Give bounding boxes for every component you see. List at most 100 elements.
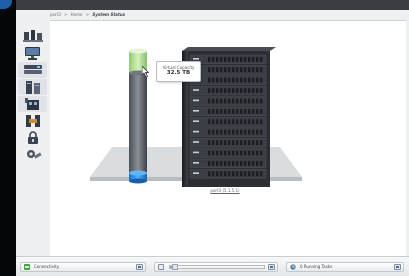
- system-status-view: Virtual Capacity 32.5 TB port3 (5.1.5.1): [50, 21, 406, 256]
- breadcrumb-item-home[interactable]: Home: [71, 12, 83, 17]
- progress-handle[interactable]: [171, 264, 178, 270]
- rack-vent: [208, 150, 211, 156]
- progress-panel[interactable]: [154, 262, 278, 272]
- rack-vent: [240, 67, 243, 73]
- rack-vent: [232, 140, 235, 145]
- network-nodes-icon: [22, 30, 43, 42]
- app-window: port3 > Home > System Status Virtual Cap…: [16, 0, 409, 276]
- rack-vent: [236, 88, 239, 93]
- rack-vent: [244, 88, 247, 93]
- rack-vent: [260, 98, 263, 104]
- rack-vent: [220, 161, 223, 166]
- server-caption-link[interactable]: port3 (5.1.5.1): [200, 188, 250, 194]
- rack-vent: [208, 129, 211, 135]
- sidebar-item-settings[interactable]: [18, 146, 47, 162]
- rack-vent: [212, 77, 215, 83]
- rack-vent: [220, 140, 223, 145]
- rack-vent: [244, 77, 247, 83]
- rack-vent: [228, 171, 231, 177]
- breadcrumb-item-port3[interactable]: port3: [50, 12, 61, 17]
- rack-vent: [248, 150, 251, 156]
- rack-unit-label: [193, 141, 199, 143]
- rack-vent: [260, 171, 263, 177]
- rack-vent: [208, 119, 211, 125]
- rack-vent: [244, 67, 247, 73]
- connectivity-panel[interactable]: Connectivity: [20, 262, 146, 272]
- rack-vent: [256, 119, 259, 125]
- rack-vent: [216, 98, 219, 104]
- tasks-icon: [290, 264, 296, 270]
- rack-vent: [244, 98, 247, 104]
- sidebar-item-switch[interactable]: [18, 96, 47, 112]
- rack-vent: [256, 171, 259, 177]
- rack-vent: [208, 77, 211, 83]
- rack-vent: [252, 119, 255, 125]
- rack-vent: [248, 171, 251, 177]
- rack-vent: [232, 98, 235, 104]
- rack-vent: [248, 161, 251, 166]
- rack-vent: [232, 150, 235, 156]
- sidebar-item-security[interactable]: [18, 130, 47, 146]
- rack-vent: [216, 150, 219, 156]
- rack-vent: [256, 161, 259, 166]
- rack-vent: [232, 161, 235, 166]
- rack-vent: [224, 88, 227, 93]
- brand-logo: [0, 0, 12, 9]
- rack-unit-label: [193, 162, 199, 164]
- rack-vent: [232, 67, 235, 73]
- rack-vent: [228, 109, 231, 114]
- rack-vent: [240, 98, 243, 104]
- rack-vent: [232, 129, 235, 135]
- rack-vent: [224, 119, 227, 125]
- rack-vent: [220, 150, 223, 156]
- connectivity-expand-button[interactable]: [136, 264, 143, 270]
- rack-vent: [232, 119, 235, 125]
- rack-vent: [240, 129, 243, 135]
- rack-vent: [224, 57, 227, 62]
- rack-vent: [248, 67, 251, 73]
- rack-vent: [216, 109, 219, 114]
- progress-icon: [158, 264, 164, 270]
- rack-vent: [224, 109, 227, 114]
- sidebar: [16, 22, 49, 162]
- rack-vent: [232, 109, 235, 114]
- rack-vent: [240, 109, 243, 114]
- rack-vent: [212, 129, 215, 135]
- rack-vent: [256, 57, 259, 62]
- rack-vent: [216, 57, 219, 62]
- rack-vent: [228, 88, 231, 93]
- breadcrumb-current: System Status: [92, 12, 126, 17]
- rack-vent: [240, 119, 243, 125]
- rack-vent: [216, 171, 219, 177]
- sidebar-item-connector[interactable]: [18, 113, 47, 129]
- sidebar-item-servers[interactable]: [18, 79, 47, 95]
- rack-vent: [256, 98, 259, 104]
- rack-vent: [228, 77, 231, 83]
- rack-vent: [244, 161, 247, 166]
- breadcrumb: port3 > Home > System Status: [50, 10, 406, 20]
- rack-vent: [224, 140, 227, 145]
- rack-vent: [212, 150, 215, 156]
- rack-vent: [248, 98, 251, 104]
- rack-vent: [260, 119, 263, 125]
- monitor-icon: [24, 46, 40, 60]
- rack-vent: [216, 129, 219, 135]
- rack-vent: [224, 150, 227, 156]
- rack-vent: [232, 77, 235, 83]
- rack-vent: [220, 109, 223, 114]
- rack-vent: [212, 109, 215, 114]
- rack-vent: [236, 171, 239, 177]
- sidebar-item-storage[interactable]: [18, 62, 47, 78]
- rack-unit-label: [193, 99, 199, 102]
- sidebar-item-monitor[interactable]: [18, 45, 47, 61]
- tasks-panel[interactable]: 0 Running Tasks: [286, 262, 404, 272]
- tasks-expand-button[interactable]: [394, 264, 401, 270]
- screen-bezel: [0, 0, 16, 276]
- sidebar-item-network[interactable]: [18, 28, 47, 44]
- progress-expand-button[interactable]: [268, 264, 275, 270]
- rack-vent: [256, 140, 259, 145]
- connectivity-label: Connectivity: [34, 264, 60, 269]
- rack-vent: [260, 129, 263, 135]
- rack-vent: [224, 98, 227, 104]
- rack-vent: [244, 150, 247, 156]
